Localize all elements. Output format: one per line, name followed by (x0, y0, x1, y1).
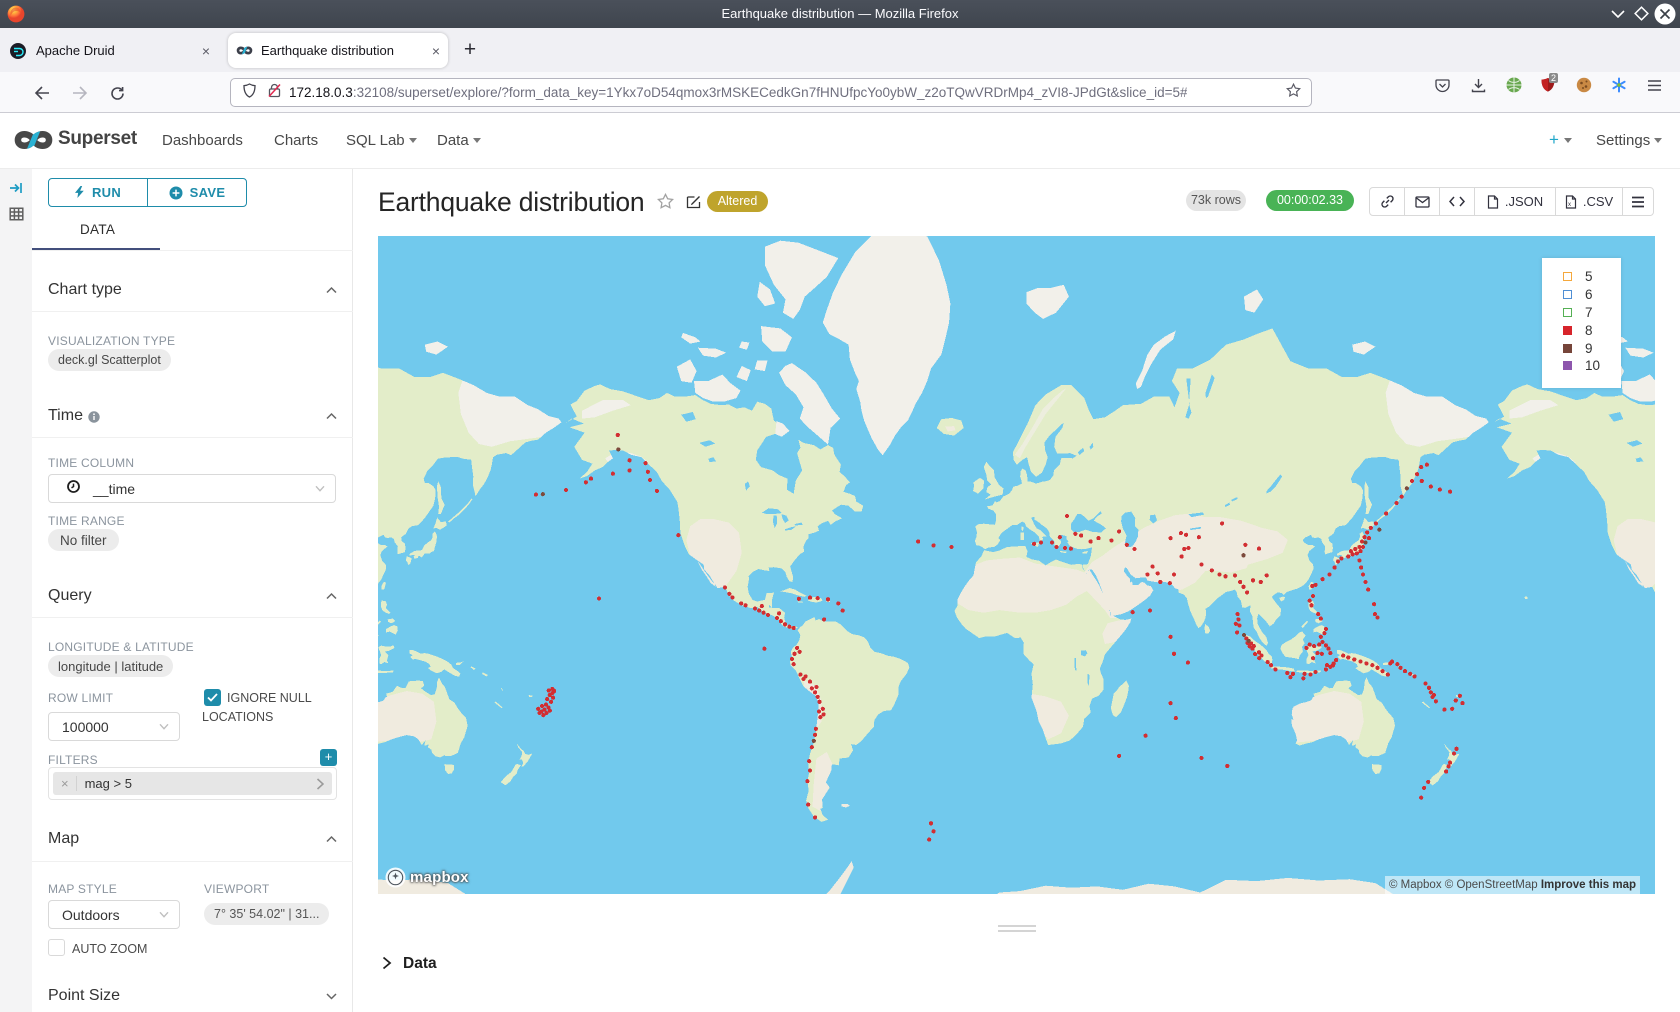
svg-text:x: x (1568, 202, 1571, 208)
